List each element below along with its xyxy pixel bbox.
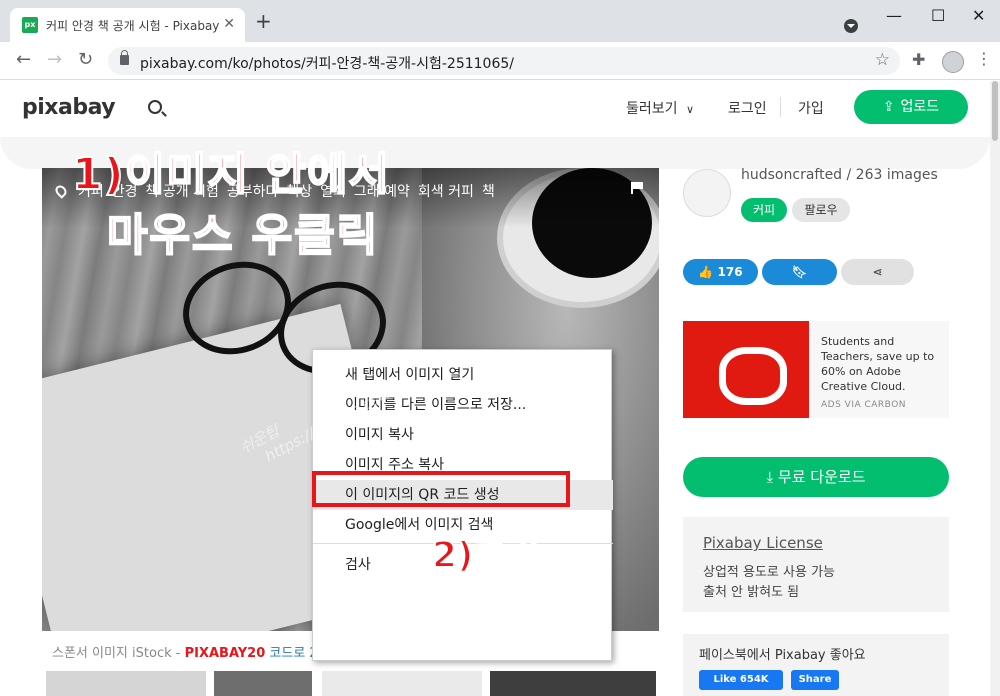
address-bar[interactable]: pixabay.com/ko/photos/커피-안경-책-공개-시험-2511…: [108, 47, 900, 75]
new-tab-icon[interactable]: +: [255, 11, 272, 31]
reload-icon[interactable]: ↻: [78, 50, 93, 70]
bookmark-icon: 🔖︎: [791, 265, 808, 279]
tab-search-icon[interactable]: [844, 19, 858, 33]
ad-via-label[interactable]: ADS VIA CARBON: [821, 400, 906, 410]
author-info[interactable]: hudsoncrafted / 263 images: [741, 167, 938, 183]
bookmark-star-icon[interactable]: ☆: [875, 50, 890, 70]
search-icon[interactable]: [148, 100, 162, 114]
maximize-icon[interactable]: ☐: [931, 6, 945, 25]
tag-link[interactable]: 책: [482, 184, 495, 200]
upload-button[interactable]: ⇪ 업로드: [854, 90, 968, 124]
sponsor-prefix: 스폰서 이미지 iStock -: [52, 646, 181, 661]
upload-label: 업로드: [900, 99, 940, 115]
download-icon: ⤓: [766, 468, 774, 486]
sponsor-thumbnail[interactable]: [214, 671, 312, 696]
profile-avatar[interactable]: [942, 51, 964, 73]
free-download-button[interactable]: ⤓ 무료 다운로드: [683, 457, 949, 497]
menu-item-copy-image[interactable]: 이미지 복사: [313, 420, 613, 450]
carbon-ad[interactable]: Students and Teachers, save up to 60% on…: [683, 321, 949, 418]
chevron-down-icon: ∨: [685, 103, 695, 116]
follow-button[interactable]: 팔로우: [792, 198, 850, 222]
window-close-icon[interactable]: ✕: [972, 6, 985, 25]
scrollbar-thumb[interactable]: [992, 81, 998, 141]
license-line2: 출처 안 밝혀도 됨: [703, 585, 800, 600]
facebook-like-button[interactable]: Like 654K: [699, 670, 783, 690]
share-button[interactable]: ⋖: [841, 259, 914, 285]
facebook-title: 페이스북에서 Pixabay 좋아요: [699, 648, 866, 663]
tag-link[interactable]: 회색 커피: [418, 184, 474, 200]
explore-label: 둘러보기: [626, 101, 678, 117]
annotation-step1-line1: 1)이미지 안에서: [71, 148, 390, 201]
annotation-highlight-box: [312, 471, 570, 507]
like-count: 176: [717, 265, 743, 279]
nav-divider: [780, 97, 781, 117]
explore-menu[interactable]: 둘러보기 ∨: [626, 98, 694, 118]
browser-menu-icon[interactable]: ⋮: [976, 49, 992, 69]
flag-icon[interactable]: [631, 182, 643, 194]
annotation-step1-line2: 마우스 우클릭: [106, 209, 380, 262]
browser-tab[interactable]: px 커피 안경 책 공개 시험 - Pixabay ✕: [10, 8, 245, 42]
bookmark-button[interactable]: 🔖︎: [762, 259, 837, 285]
web-page: pixabay 둘러보기 ∨ 로그인 가입 ⇪ 업로드 커피 안경 책 공개 시험 공부…: [0, 81, 990, 696]
facebook-share-button[interactable]: Share: [791, 670, 839, 690]
pixabay-logo[interactable]: pixabay: [22, 95, 116, 120]
share-icon: ⋖: [872, 265, 883, 279]
pixabay-favicon-icon: px: [22, 17, 38, 33]
sponsor-code[interactable]: PIXABAY20: [185, 646, 266, 661]
tab-title: 커피 안경 책 공개 시험 - Pixabay: [46, 19, 220, 33]
lock-icon[interactable]: [120, 50, 129, 65]
adobe-cc-logo-icon: [683, 321, 809, 418]
sponsor-thumbnail[interactable]: [490, 671, 656, 696]
coffee-tag-button[interactable]: 커피: [741, 198, 787, 222]
thumbs-up-icon: 👍: [698, 265, 714, 279]
browser-toolbar: ← → ↻ pixabay.com/ko/photos/커피-안경-책-공개-시…: [0, 42, 1000, 80]
sponsor-thumbnail[interactable]: [46, 671, 206, 696]
like-button[interactable]: 👍 176: [683, 259, 758, 285]
author-avatar[interactable]: [683, 169, 731, 217]
tab-bar: px 커피 안경 책 공개 시험 - Pixabay ✕ + — ☐ ✕: [0, 0, 1000, 42]
location-pin-icon: [53, 183, 69, 199]
download-label: 무료 다운로드: [777, 468, 866, 486]
login-link[interactable]: 로그인: [728, 98, 767, 118]
forward-icon[interactable]: →: [47, 50, 62, 70]
ad-text: Students and Teachers, save up to 60% on…: [821, 335, 935, 393]
license-line1: 상업적 용도로 사용 가능: [703, 565, 835, 580]
extensions-icon[interactable]: ✚: [912, 50, 925, 69]
back-icon[interactable]: ←: [16, 50, 31, 70]
annotation-step2: 2)클릭: [431, 534, 541, 577]
tab-close-icon[interactable]: ✕: [223, 16, 235, 32]
license-box: Pixabay License 상업적 용도로 사용 가능 출처 안 밝혀도 됨: [683, 517, 949, 612]
join-link[interactable]: 가입: [798, 98, 824, 118]
url-text[interactable]: pixabay.com/ko/photos/커피-안경-책-공개-시험-2511…: [140, 53, 514, 73]
page-scrollbar[interactable]: [990, 81, 1000, 696]
minimize-icon[interactable]: —: [886, 6, 902, 25]
facebook-box: 페이스북에서 Pixabay 좋아요 Like 654K Share: [683, 634, 949, 696]
upload-icon: ⇪: [882, 99, 895, 115]
license-link[interactable]: Pixabay License: [703, 534, 823, 552]
sponsor-thumbnail[interactable]: [322, 671, 482, 696]
